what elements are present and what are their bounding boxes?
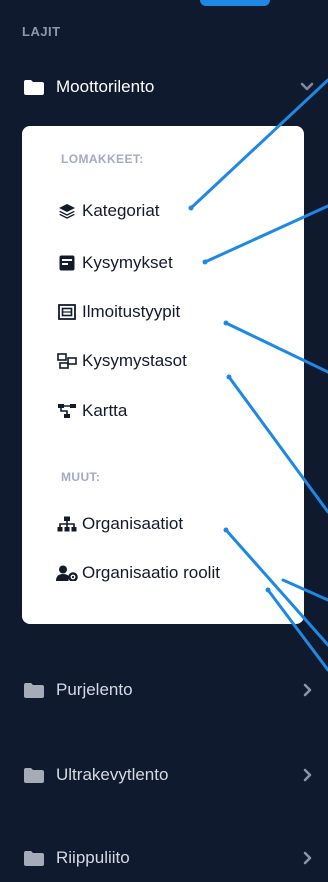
category-label: Riippuliito	[56, 848, 130, 867]
forms-group-label: LOMAKKEET:	[61, 152, 144, 166]
submenu-item-kysymykset[interactable]: Kysymykset	[56, 249, 173, 277]
question-list-icon	[56, 254, 78, 272]
submenu-item-organisaatiot[interactable]: Organisaatiot	[56, 510, 183, 538]
category-purjelento[interactable]: Purjelento	[0, 670, 328, 710]
submenu-item-label: Organisaatiot	[82, 514, 184, 533]
submenu-item-kategoriat[interactable]: Kategoriat	[56, 197, 160, 225]
org-chart-icon	[56, 515, 78, 533]
user-cog-icon	[56, 564, 78, 582]
chevron-right-icon[interactable]	[300, 851, 314, 865]
submenu-item-label: Ilmoitustyypit	[82, 302, 181, 321]
top-accent-bar	[200, 0, 270, 6]
folder-icon	[24, 767, 44, 783]
category-ultrakevytlento[interactable]: Ultrakevytlento	[0, 755, 328, 795]
submenu-panel: LOMAKKEET: Kategoriat Kysymykset Ilmoitu…	[22, 126, 304, 624]
submenu-item-label: Kategoriat	[82, 201, 160, 220]
sitemap-map-icon	[56, 402, 78, 420]
chevron-right-icon[interactable]	[300, 768, 314, 782]
submenu-item-label: Organisaatio roolit	[82, 563, 220, 582]
submenu-item-kartta[interactable]: Kartta	[56, 397, 127, 425]
category-label: Purjelento	[56, 680, 133, 699]
layers-icon	[56, 202, 78, 220]
folder-icon	[24, 682, 44, 698]
chevron-down-icon[interactable]	[300, 80, 314, 94]
submenu-item-label: Kysymystasot	[82, 351, 187, 370]
category-label: Ultrakevytlento	[56, 765, 169, 784]
category-riippuliito[interactable]: Riippuliito	[0, 838, 328, 878]
category-label: Moottorilento	[56, 77, 155, 96]
submenu-item-label: Kysymykset	[82, 253, 173, 272]
project-diagram-icon	[56, 352, 78, 370]
submenu-item-organisaatio-roolit[interactable]: Organisaatio roolit	[56, 559, 220, 587]
other-group-label: MUUT:	[61, 470, 101, 484]
submenu-item-label: Kartta	[82, 401, 128, 420]
submenu-item-ilmoitustyypit[interactable]: Ilmoitustyypit	[56, 298, 180, 326]
category-moottorilento[interactable]: Moottorilento	[0, 67, 328, 107]
frame-icon	[56, 303, 78, 321]
folder-icon	[24, 850, 44, 866]
section-header: LAJIT	[22, 24, 61, 39]
folder-icon	[24, 79, 44, 95]
submenu-item-kysymystasot[interactable]: Kysymystasot	[56, 347, 187, 375]
chevron-right-icon[interactable]	[300, 683, 314, 697]
